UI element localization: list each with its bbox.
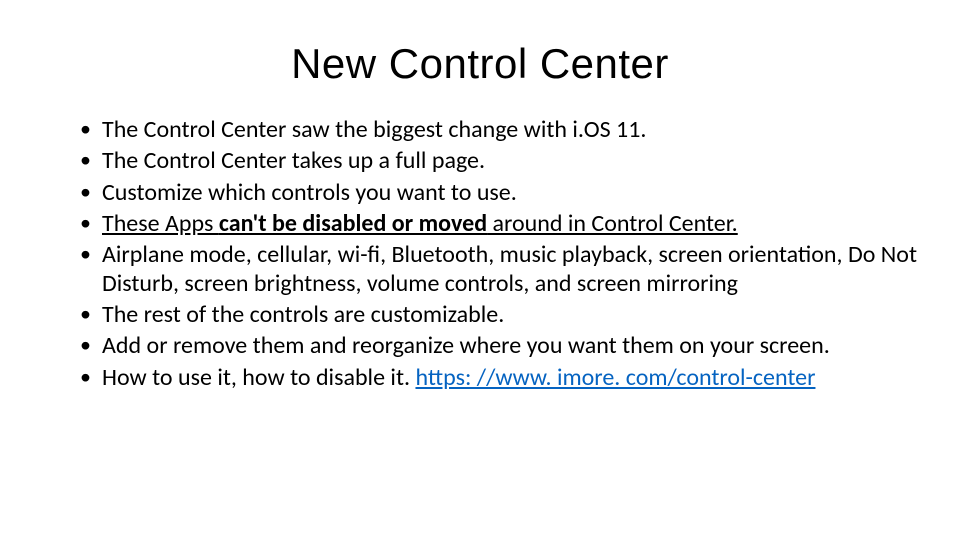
list-item: The Control Center takes up a full page. [80, 147, 920, 175]
bullet-text: Add or remove them and reorganize where … [102, 331, 830, 360]
bullet-text: The Control Center takes up a full page. [102, 146, 485, 175]
hyperlink[interactable]: https: //www. imore. com/control-center [415, 363, 815, 392]
bullet-text-pre: How to use it, how to disable it. [102, 363, 415, 392]
list-item: These Apps can't be disabled or moved ar… [80, 210, 920, 238]
bullet-text: The rest of the controls are customizabl… [102, 300, 504, 329]
slide: New Control Center The Control Center sa… [0, 0, 960, 540]
list-item: How to use it, how to disable it. https:… [80, 364, 920, 392]
bullet-list: The Control Center saw the biggest chang… [80, 116, 920, 392]
bullet-text-post: around in Control Center. [487, 209, 738, 238]
list-item: Add or remove them and reorganize where … [80, 332, 920, 360]
list-item: The Control Center saw the biggest chang… [80, 116, 920, 144]
bullet-text: Airplane mode, cellular, wi-fi, Bluetoot… [102, 240, 917, 297]
list-item: Airplane mode, cellular, wi-fi, Bluetoot… [80, 241, 920, 298]
slide-title: New Control Center [40, 40, 920, 88]
bullet-text-bold: can't be disabled or moved [219, 209, 487, 238]
bullet-text-pre: These Apps [102, 209, 219, 238]
bullet-text: Customize which controls you want to use… [102, 178, 517, 207]
list-item: Customize which controls you want to use… [80, 179, 920, 207]
list-item: The rest of the controls are customizabl… [80, 301, 920, 329]
bullet-text: The Control Center saw the biggest chang… [102, 115, 646, 144]
